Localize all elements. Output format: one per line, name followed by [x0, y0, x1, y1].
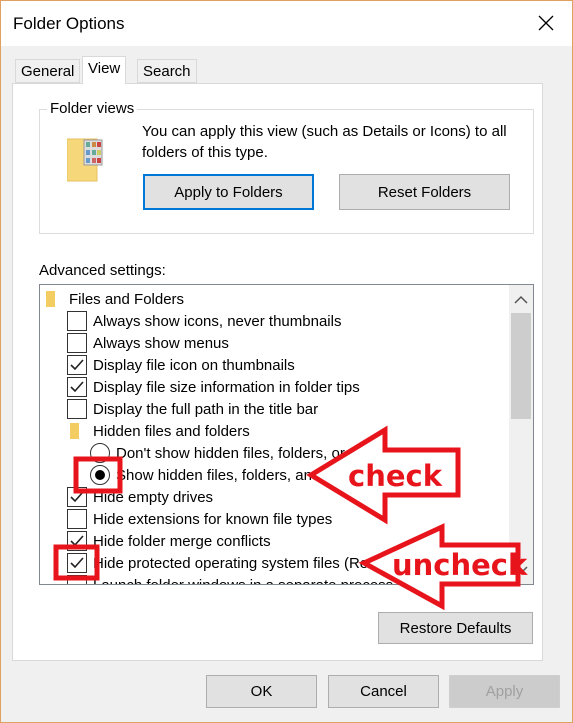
- checkbox[interactable]: [67, 377, 87, 397]
- option-label: Hide protected operating system files (R…: [93, 554, 456, 572]
- option-label: Display the full path in the title bar: [93, 400, 319, 418]
- folder-icon: [46, 291, 55, 307]
- settings-group-header: Files and Folders: [46, 288, 184, 310]
- settings-group-header: Hidden files and folders: [70, 420, 250, 442]
- option-label: Hidden files and folders: [93, 422, 250, 440]
- option-label: Always show menus: [93, 334, 229, 352]
- settings-option[interactable]: Hide extensions for known file types: [67, 508, 332, 530]
- checkbox[interactable]: [67, 487, 87, 507]
- scroll-down-icon[interactable]: [514, 565, 528, 575]
- option-label: Show hidden files, folders, and drives: [116, 466, 365, 484]
- settings-option[interactable]: Hide empty drives: [67, 486, 213, 508]
- title-bar: Folder Options: [1, 1, 572, 46]
- apply-to-folders-button[interactable]: Apply to Folders: [143, 174, 314, 210]
- option-label: Don't show hidden files, folders, or dri…: [116, 444, 389, 462]
- folder-options-dialog: Folder Options General View Search Folde…: [0, 0, 573, 723]
- checkbox[interactable]: [67, 399, 87, 419]
- restore-defaults-button[interactable]: Restore Defaults: [378, 612, 533, 644]
- option-label: Hide extensions for known file types: [93, 510, 333, 528]
- folder-view-icon: [67, 138, 103, 182]
- option-label: Display file size information in folder …: [93, 378, 360, 396]
- checkbox[interactable]: [67, 355, 87, 375]
- radio-dot: [95, 470, 105, 480]
- settings-option[interactable]: Always show menus: [67, 332, 229, 354]
- apply-button: Apply: [449, 675, 560, 708]
- checkmark-icon: [70, 359, 84, 371]
- checkbox[interactable]: [67, 311, 87, 331]
- settings-option[interactable]: Hide protected operating system files (R…: [67, 552, 456, 574]
- checkmark-icon: [70, 557, 84, 569]
- settings-option[interactable]: Hide folder merge conflicts: [67, 530, 271, 552]
- settings-option[interactable]: Launch folder windows in a separate proc…: [67, 574, 394, 585]
- advanced-settings-list[interactable]: Launch folder windows in a separate proc…: [39, 284, 534, 585]
- tab-search[interactable]: Search: [137, 59, 197, 83]
- checkbox[interactable]: [67, 553, 87, 573]
- option-label: Launch folder windows in a separate proc…: [93, 576, 394, 585]
- checkbox[interactable]: [67, 333, 87, 353]
- folder-views-description: You can apply this view (such as Details…: [142, 123, 507, 161]
- checkmark-icon: [70, 381, 84, 393]
- checkmark-icon: [70, 491, 84, 503]
- close-icon[interactable]: [534, 11, 558, 35]
- tab-general[interactable]: General: [15, 59, 81, 83]
- settings-option[interactable]: Display file icon on thumbnails: [67, 354, 295, 376]
- option-label: Always show icons, never thumbnails: [93, 312, 342, 330]
- window-title: Folder Options: [13, 14, 125, 33]
- scrollbar-thumb[interactable]: [511, 313, 531, 419]
- ok-button[interactable]: OK: [206, 675, 317, 708]
- radio-button[interactable]: [90, 465, 110, 485]
- settings-option[interactable]: Don't show hidden files, folders, or dri…: [90, 442, 389, 464]
- scroll-up-icon[interactable]: [514, 295, 528, 305]
- settings-option[interactable]: Display the full path in the title bar: [67, 398, 318, 420]
- settings-option[interactable]: Show hidden files, folders, and drives: [90, 464, 364, 486]
- tab-view[interactable]: View: [82, 56, 127, 84]
- scrollbar[interactable]: [509, 285, 533, 584]
- cancel-button[interactable]: Cancel: [328, 675, 439, 708]
- reset-folders-button[interactable]: Reset Folders: [339, 174, 510, 210]
- advanced-settings-label: Advanced settings:: [39, 262, 166, 279]
- option-label: Hide folder merge conflicts: [93, 532, 271, 550]
- option-label: Hide empty drives: [93, 488, 214, 506]
- checkbox[interactable]: [67, 509, 87, 529]
- folder-views-label: Folder views: [47, 100, 138, 117]
- checkbox[interactable]: [67, 531, 87, 551]
- folder-icon: [70, 423, 79, 439]
- radio-button[interactable]: [90, 443, 110, 463]
- option-label: Display file icon on thumbnails: [93, 356, 295, 374]
- settings-option[interactable]: Always show icons, never thumbnails: [67, 310, 341, 332]
- checkbox[interactable]: [67, 575, 87, 584]
- option-label: Files and Folders: [69, 290, 185, 308]
- checkmark-icon: [70, 535, 84, 547]
- settings-option[interactable]: Display file size information in folder …: [67, 376, 360, 398]
